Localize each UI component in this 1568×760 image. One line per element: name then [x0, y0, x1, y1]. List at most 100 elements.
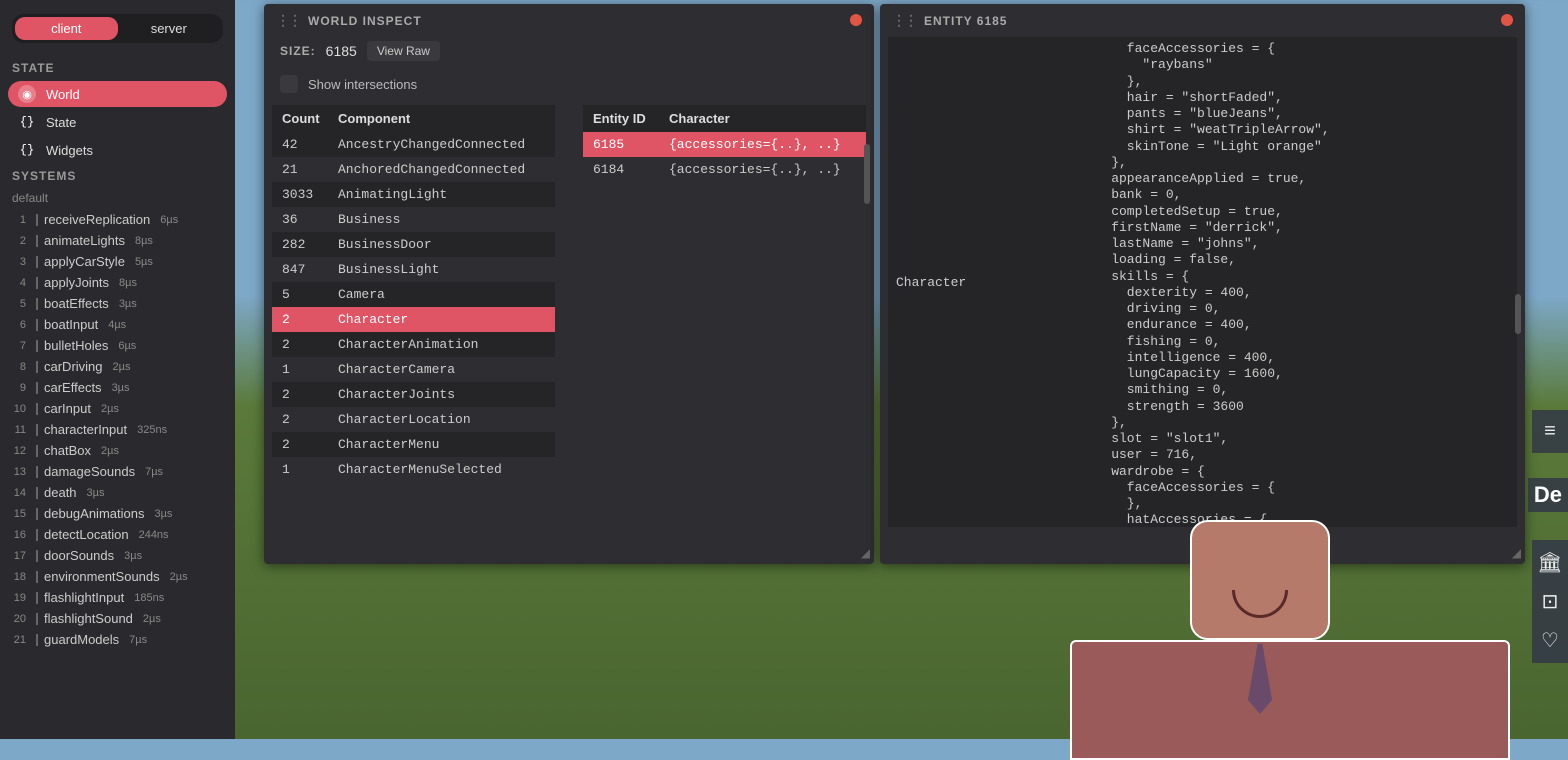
- system-name: characterInput: [44, 422, 127, 437]
- system-index: 13: [12, 466, 26, 478]
- system-name: debugAnimations: [44, 506, 144, 521]
- system-name: detectLocation: [44, 527, 129, 542]
- component-name: CharacterMenuSelected: [338, 462, 545, 477]
- system-time: 5µs: [135, 256, 153, 268]
- system-time: 244ns: [139, 529, 169, 541]
- system-time: 325ns: [137, 424, 167, 436]
- scrollbar[interactable]: [1515, 294, 1521, 334]
- component-count: 36: [282, 212, 338, 227]
- component-row[interactable]: 2CharacterJoints: [272, 382, 555, 407]
- system-row[interactable]: 12chatBox2µs: [0, 440, 235, 461]
- system-row[interactable]: 1receiveReplication6µs: [0, 209, 235, 230]
- system-row[interactable]: 4applyJoints8µs: [0, 272, 235, 293]
- component-name: CharacterAnimation: [338, 337, 545, 352]
- bank-icon[interactable]: 🏛: [1537, 550, 1562, 575]
- system-row[interactable]: 7bulletHoles6µs: [0, 335, 235, 356]
- state-item-world[interactable]: ◉World: [8, 81, 227, 107]
- scrollbar[interactable]: [864, 144, 870, 204]
- system-name: flashlightSound: [44, 611, 133, 626]
- card-icon[interactable]: ⊡: [1542, 589, 1559, 614]
- system-row[interactable]: 20flashlightSound2µs: [0, 608, 235, 629]
- right-toolbar: ≡: [1532, 410, 1568, 453]
- entity-row[interactable]: 6185{accessories={..}, ..}: [583, 132, 866, 157]
- system-row[interactable]: 10carInput2µs: [0, 398, 235, 419]
- system-row[interactable]: 16detectLocation244ns: [0, 524, 235, 545]
- panel-header[interactable]: ⋮⋮ WORLD INSPECT: [264, 4, 874, 37]
- system-index: 11: [12, 424, 26, 436]
- component-name: Business: [338, 212, 545, 227]
- system-name: environmentSounds: [44, 569, 160, 584]
- system-row[interactable]: 5boatEffects3µs: [0, 293, 235, 314]
- component-name: CharacterJoints: [338, 387, 545, 402]
- system-name: carDriving: [44, 359, 103, 374]
- drag-icon[interactable]: ⋮⋮: [276, 12, 300, 29]
- system-name: boatEffects: [44, 296, 109, 311]
- component-row[interactable]: 2CharacterMenu: [272, 432, 555, 457]
- state-item-state[interactable]: {}State: [8, 109, 227, 135]
- component-row[interactable]: 1CharacterCamera: [272, 357, 555, 382]
- system-row[interactable]: 19flashlightInput185ns: [0, 587, 235, 608]
- system-name: boatInput: [44, 317, 98, 332]
- view-raw-button[interactable]: View Raw: [367, 41, 440, 61]
- component-row[interactable]: 5Camera: [272, 282, 555, 307]
- system-row[interactable]: 15debugAnimations3µs: [0, 503, 235, 524]
- bar-icon: [36, 361, 38, 373]
- system-row[interactable]: 11 characterInput 325ns: [0, 419, 235, 440]
- system-row[interactable]: 2animateLights8µs: [0, 230, 235, 251]
- component-row[interactable]: 21AnchoredChangedConnected: [272, 157, 555, 182]
- system-row[interactable]: 21guardModels7µs: [0, 629, 235, 650]
- state-item-widgets[interactable]: {}Widgets: [8, 137, 227, 163]
- system-row[interactable]: 6boatInput4µs: [0, 314, 235, 335]
- heart-icon[interactable]: ♡: [1541, 628, 1559, 653]
- component-row[interactable]: 2Character: [272, 307, 555, 332]
- system-index: 17: [12, 550, 26, 562]
- component-count: 1: [282, 362, 338, 377]
- component-row[interactable]: 282BusinessDoor: [272, 232, 555, 257]
- badge-de[interactable]: De: [1528, 478, 1568, 512]
- drag-icon[interactable]: ⋮⋮: [892, 12, 916, 29]
- system-row[interactable]: 9carEffects3µs: [0, 377, 235, 398]
- component-row[interactable]: 847BusinessLight: [272, 257, 555, 282]
- component-count: 2: [282, 337, 338, 352]
- system-row[interactable]: 17doorSounds3µs: [0, 545, 235, 566]
- bar-icon: [36, 340, 38, 352]
- component-count: 2: [282, 412, 338, 427]
- show-intersections-checkbox[interactable]: [280, 75, 298, 93]
- system-name: chatBox: [44, 443, 91, 458]
- component-row[interactable]: 2CharacterLocation: [272, 407, 555, 432]
- entity-row[interactable]: 6184{accessories={..}, ..}: [583, 157, 866, 182]
- close-icon[interactable]: [850, 14, 862, 26]
- system-name: damageSounds: [44, 464, 135, 479]
- system-index: 18: [12, 571, 26, 583]
- entity-data-view[interactable]: faceAccessories = { "raybans" }, hair = …: [1068, 37, 1517, 527]
- system-row[interactable]: 18environmentSounds2µs: [0, 566, 235, 587]
- bar-icon: [36, 550, 38, 562]
- component-row[interactable]: 1CharacterMenuSelected: [272, 457, 555, 482]
- resize-icon[interactable]: ◢: [861, 546, 870, 560]
- realm-tabs: client server: [12, 14, 223, 43]
- system-time: 8µs: [119, 277, 137, 289]
- tab-server[interactable]: server: [118, 17, 221, 40]
- system-row[interactable]: 8carDriving2µs: [0, 356, 235, 377]
- component-row[interactable]: 42AncestryChangedConnected: [272, 132, 555, 157]
- system-row[interactable]: 3applyCarStyle5µs: [0, 251, 235, 272]
- component-row[interactable]: 2CharacterAnimation: [272, 332, 555, 357]
- systems-group-label: default: [0, 189, 235, 209]
- component-row[interactable]: 36Business: [272, 207, 555, 232]
- bar-icon: [36, 571, 38, 583]
- panel-header[interactable]: ⋮⋮ ENTITY 6185: [880, 4, 1525, 37]
- bar-icon: [36, 403, 38, 415]
- entities-table: Entity ID Character 6185{accessories={..…: [583, 105, 866, 482]
- system-name: death: [44, 485, 77, 500]
- system-name: carInput: [44, 401, 91, 416]
- system-time: 3µs: [124, 550, 142, 562]
- tab-client[interactable]: client: [15, 17, 118, 40]
- component-row[interactable]: 3033AnimatingLight: [272, 182, 555, 207]
- system-row[interactable]: 14death3µs: [0, 482, 235, 503]
- system-row[interactable]: 13damageSounds7µs: [0, 461, 235, 482]
- menu-icon[interactable]: ≡: [1544, 420, 1556, 443]
- system-name: flashlightInput: [44, 590, 124, 605]
- close-icon[interactable]: [1501, 14, 1513, 26]
- entity-panel: ⋮⋮ ENTITY 6185 Character faceAccessories…: [880, 4, 1525, 564]
- entity-component-label: Character: [888, 37, 1068, 527]
